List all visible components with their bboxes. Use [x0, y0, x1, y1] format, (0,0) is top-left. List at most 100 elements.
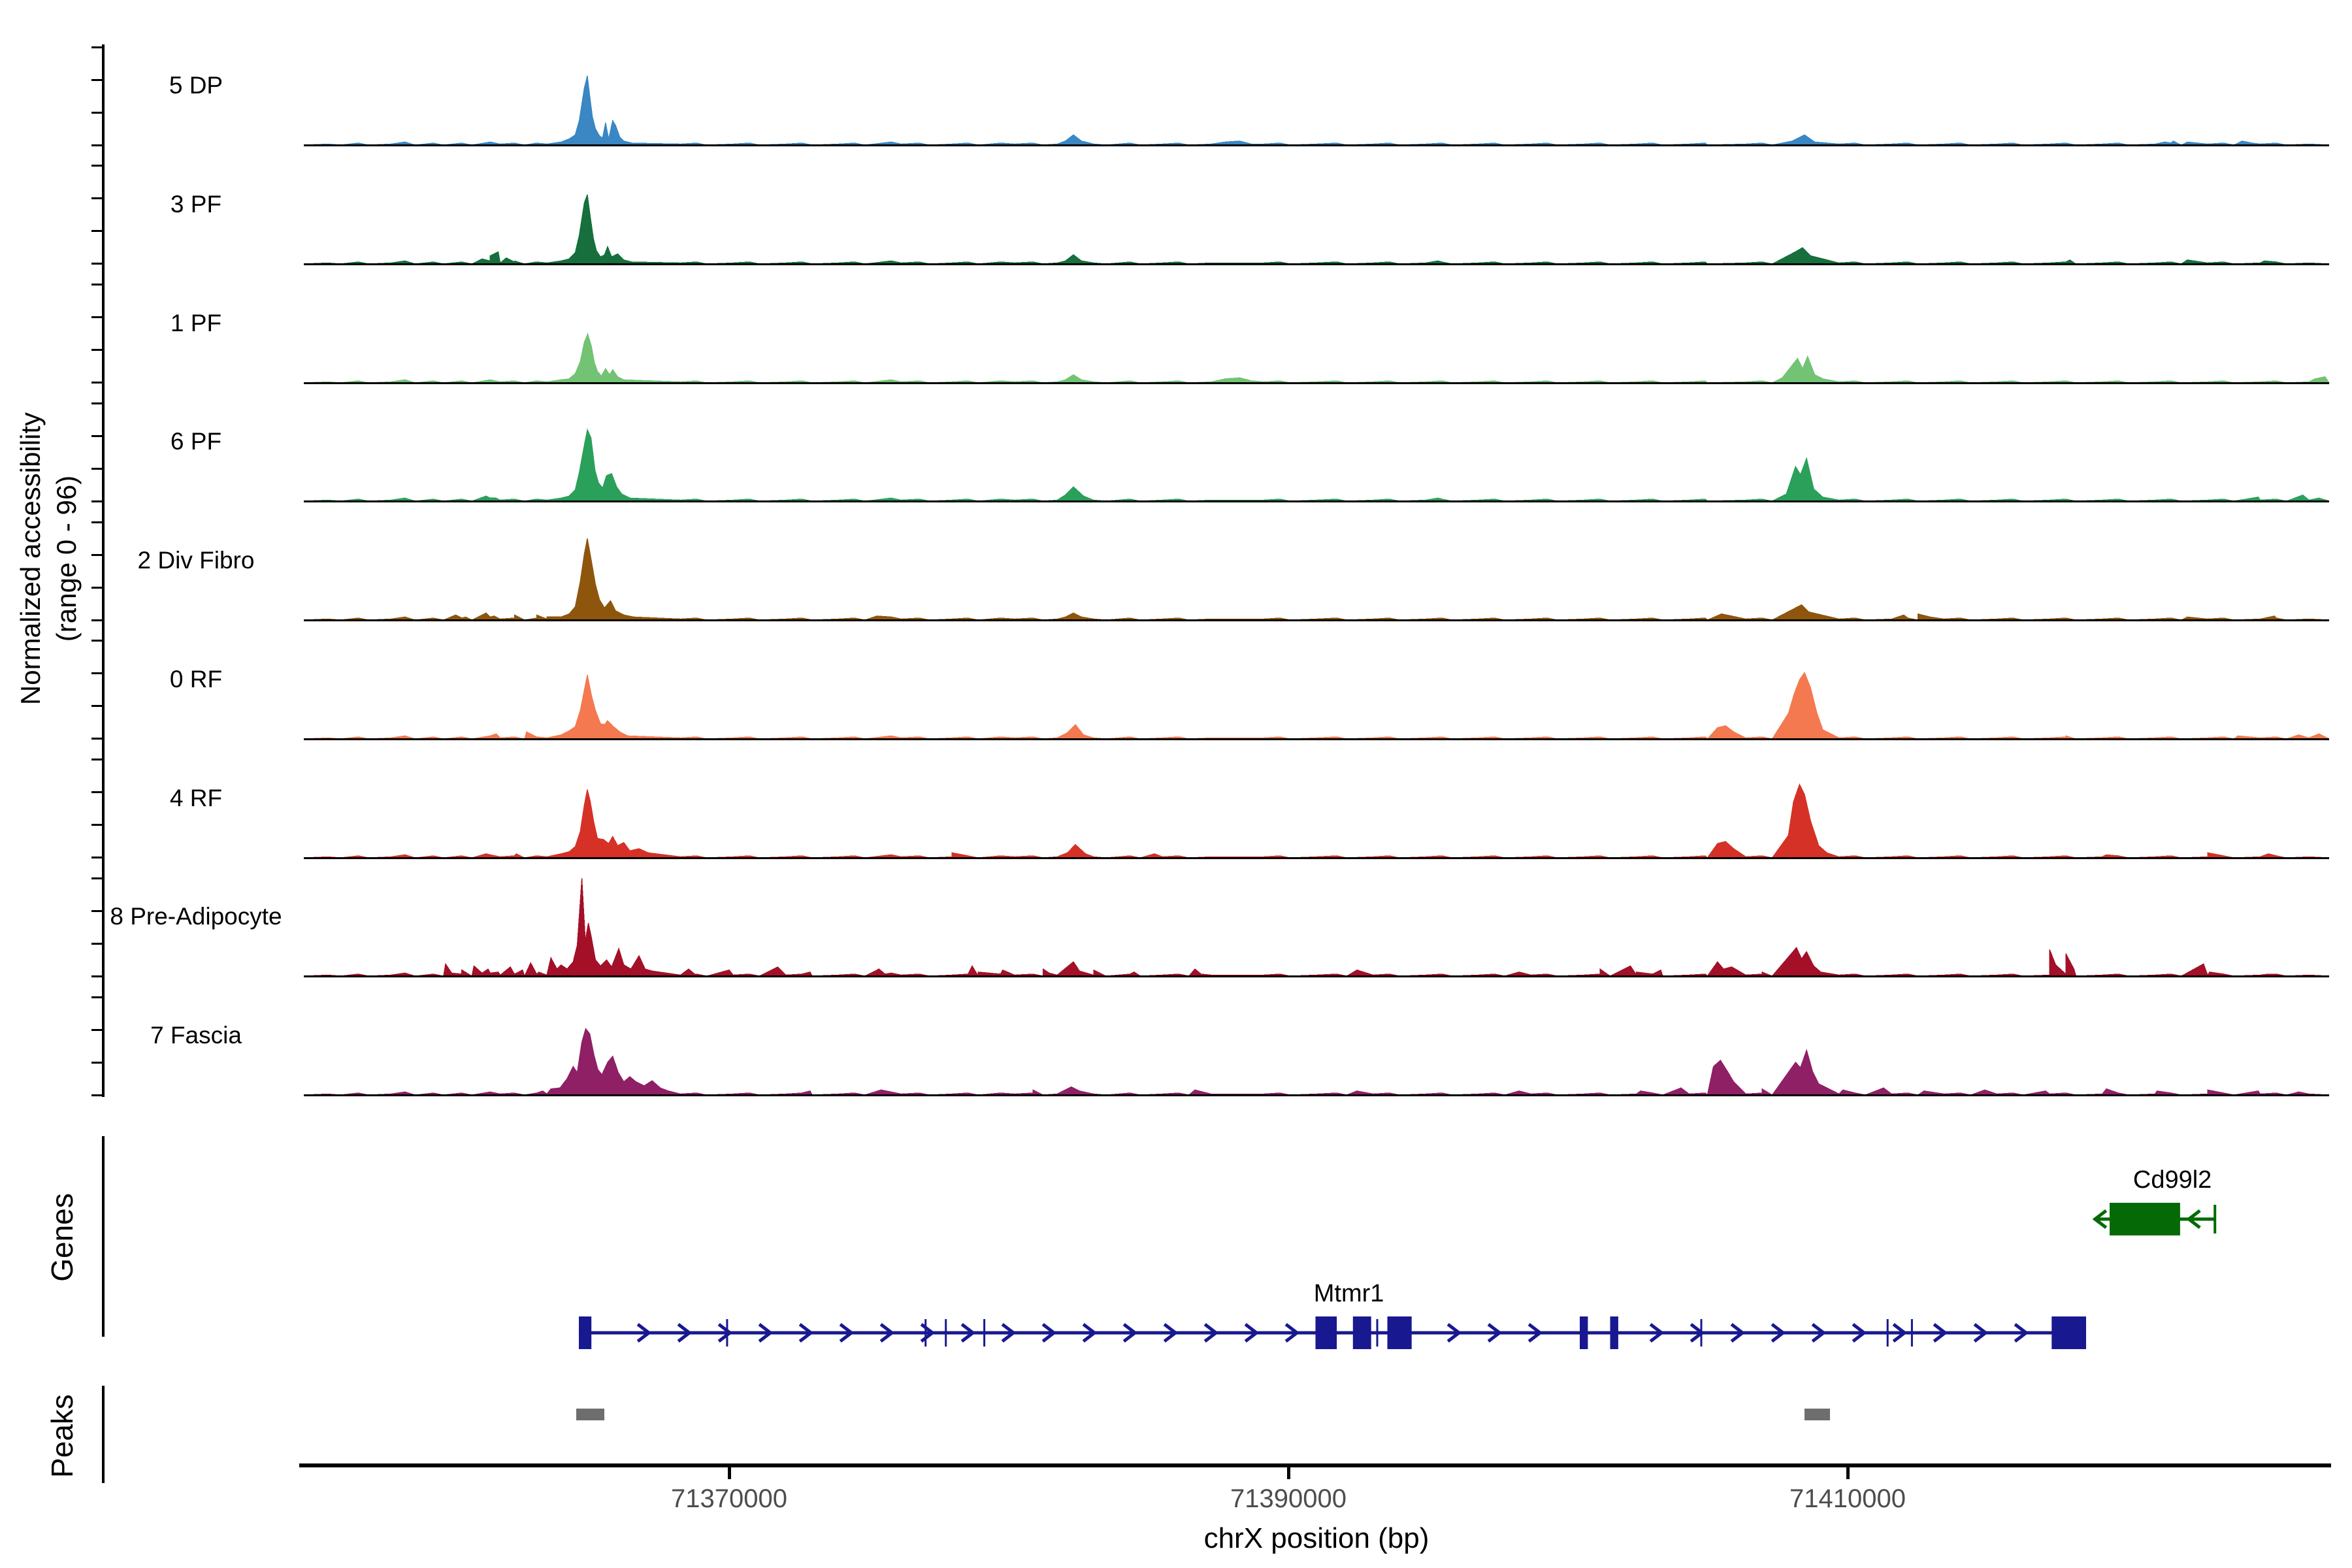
signal-area	[303, 671, 2330, 740]
track-label: 6 PF	[170, 428, 222, 455]
y-axis-tick	[91, 434, 102, 437]
gene-exon-tick	[1376, 1319, 1379, 1347]
x-axis-tick-label: 71410000	[1789, 1484, 1906, 1513]
y-axis-tick	[91, 1094, 102, 1096]
y-axis-tick	[91, 586, 102, 589]
track-signal	[303, 671, 2330, 740]
track-signal	[303, 1028, 2330, 1096]
y-axis-tick	[91, 705, 102, 708]
genes-track-svg: Cd99l2 Mtmr1	[578, 1166, 2217, 1349]
y-axis-tick	[91, 1061, 102, 1064]
track-baseline	[304, 619, 2329, 621]
peak-box	[576, 1409, 604, 1420]
gene-exon	[1387, 1316, 1412, 1349]
y-axis-tick	[91, 500, 102, 502]
y-axis-tick	[91, 909, 102, 912]
signal-area	[303, 332, 2330, 384]
y-axis-tick	[91, 165, 102, 167]
peaks-bracket-line	[102, 1386, 105, 1483]
y-axis-tick	[91, 759, 102, 760]
y-axis-tick	[91, 46, 102, 48]
gene-exon	[1580, 1316, 1588, 1349]
signal-area	[303, 783, 2330, 858]
y-axis-tick	[91, 316, 102, 318]
track-signal	[303, 75, 2330, 146]
track-label: 0 RF	[169, 665, 223, 693]
genes-section-label: Genes	[45, 1193, 79, 1282]
y-axis-tick	[91, 197, 102, 200]
track-label: 4 RF	[169, 784, 223, 811]
y-axis-tick	[91, 877, 102, 879]
track-baseline	[304, 263, 2329, 265]
track-signal	[303, 878, 2330, 978]
gene-exon-tick	[924, 1319, 927, 1347]
signal-area	[303, 428, 2330, 502]
y-axis-tick	[91, 857, 102, 858]
y-axis-tick	[91, 467, 102, 470]
signal-area	[303, 1028, 2330, 1096]
x-axis-title: chrX position (bp)	[1203, 1522, 1429, 1554]
track-signal	[303, 538, 2330, 621]
y-axis-tick	[91, 791, 102, 793]
track-signal	[303, 428, 2330, 502]
y-axis-tick	[91, 521, 102, 523]
gene-exon-tick	[1886, 1319, 1889, 1347]
genes-bracket-line	[102, 1136, 105, 1337]
gene-end-bar	[2213, 1205, 2217, 1233]
track-signal	[303, 332, 2330, 384]
track-label: 1 PF	[170, 309, 222, 336]
y-axis-tick	[91, 738, 102, 740]
gene-exon	[1352, 1316, 1371, 1349]
y-axis-tick	[91, 942, 102, 945]
track-label: 2 Div Fibro	[137, 547, 255, 574]
y-axis-tick	[91, 640, 102, 642]
y-axis-tick	[91, 144, 102, 146]
track-baseline	[304, 382, 2329, 384]
y-axis-tick	[91, 111, 102, 114]
x-axis-tick	[1846, 1467, 1850, 1479]
signal-area	[303, 75, 2330, 146]
gene-exon-tick	[1910, 1319, 1913, 1347]
track-baseline	[304, 975, 2329, 978]
track-baseline	[304, 857, 2329, 859]
gene-exon-tick	[983, 1319, 986, 1347]
gene-name-label: Mtmr1	[1314, 1280, 1384, 1307]
track-baseline	[304, 738, 2329, 740]
track-signal	[303, 194, 2330, 265]
y-axis-tick	[91, 672, 102, 675]
signal-area	[303, 194, 2330, 265]
y-axis-tick	[91, 349, 102, 351]
signal-area	[303, 878, 2330, 978]
y-axis-tick	[91, 78, 102, 81]
track-baseline	[304, 500, 2329, 503]
signal-area	[303, 538, 2330, 621]
x-axis-tick-label: 71390000	[1230, 1484, 1347, 1513]
gene-exon	[579, 1316, 592, 1349]
y-axis-tick	[91, 824, 102, 826]
peak-box	[1805, 1409, 1830, 1420]
coverage-plot-figure: Normalized accessibility (range 0 - 96) …	[0, 0, 2352, 1568]
x-axis-tick	[728, 1467, 731, 1479]
y-axis-tick	[91, 619, 102, 621]
x-axis-tick	[1287, 1467, 1290, 1479]
y-axis-tick	[91, 975, 102, 977]
y-axis-label-line1: Normalized accessibility	[15, 412, 46, 706]
y-axis-tick	[91, 402, 102, 404]
track-baseline	[304, 144, 2329, 146]
y-axis-tick	[91, 553, 102, 556]
track-label: 5 DP	[169, 72, 223, 99]
gene-exon	[1610, 1316, 1618, 1349]
y-axis-tick	[91, 263, 102, 265]
track-baseline	[304, 1094, 2329, 1096]
gene-name-label: Cd99l2	[2133, 1166, 2212, 1194]
track-label: 7 Fascia	[150, 1022, 242, 1049]
x-axis-line	[299, 1463, 2331, 1467]
gene-exon	[2110, 1203, 2180, 1235]
track-label: 8 Pre-Adipocyte	[110, 903, 282, 930]
gene-exon-tick	[945, 1319, 947, 1347]
x-axis-tick-label: 71370000	[671, 1484, 787, 1513]
y-axis-tick	[91, 1028, 102, 1031]
peaks-section-label: Peaks	[45, 1394, 79, 1478]
track-signal	[303, 783, 2330, 858]
y-axis-tick	[91, 284, 102, 286]
